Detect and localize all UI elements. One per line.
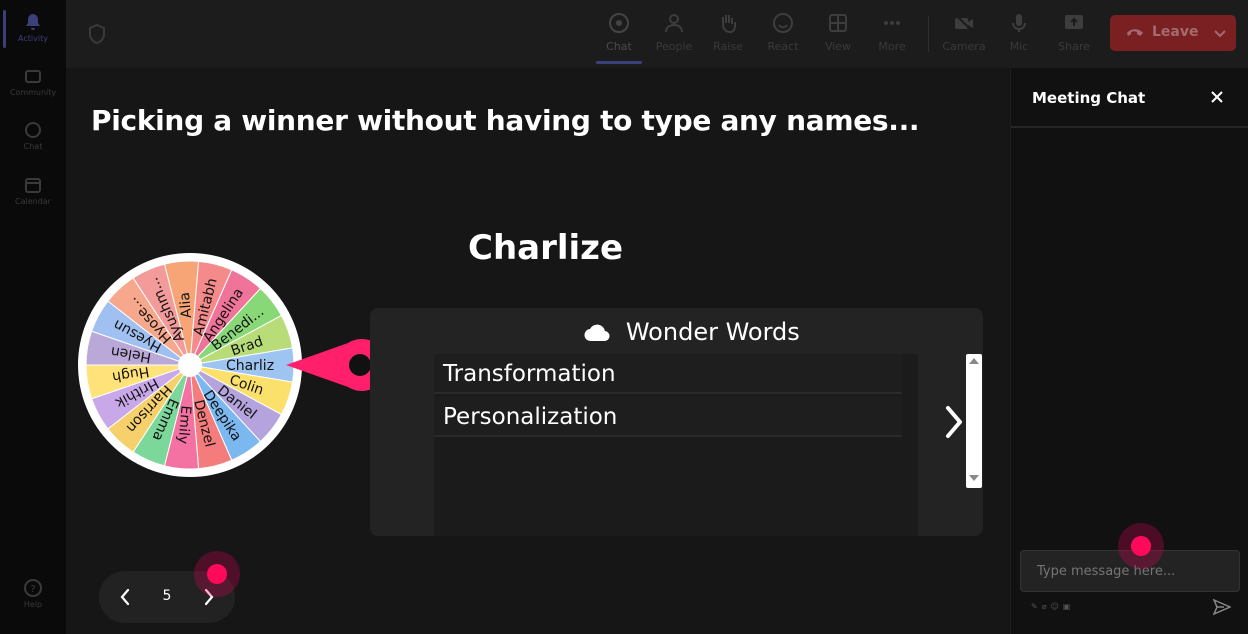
raise-hand-button[interactable]: Raise xyxy=(702,12,754,53)
view-button[interactable]: View xyxy=(812,12,864,53)
word-list[interactable]: Transformation Personalization xyxy=(434,354,982,536)
chat-button[interactable]: Chat xyxy=(593,12,645,53)
people-label: People xyxy=(655,40,693,53)
wonder-words-header: Wonder Words xyxy=(370,318,1014,346)
people-icon xyxy=(665,14,683,33)
name-wheel[interactable]: Alia Amitabh Angelina Benedi... Brad Charliz C… xyxy=(76,251,388,485)
community-icon xyxy=(25,70,41,83)
close-icon[interactable] xyxy=(1210,90,1224,104)
attach-icon[interactable]: ⌀ xyxy=(1042,602,1051,611)
winner-name: Charlize xyxy=(468,228,624,268)
wheel-slice-label: Alia xyxy=(177,292,195,319)
scroll-down-icon[interactable] xyxy=(969,474,979,482)
bell-icon xyxy=(26,14,40,30)
hand-icon xyxy=(722,15,736,34)
cloud-icon xyxy=(584,324,610,342)
chevron-down-icon[interactable] xyxy=(1212,23,1228,43)
rail-item-calendar[interactable]: Calendar xyxy=(0,175,66,206)
react-label: React xyxy=(767,40,799,53)
mic-icon xyxy=(1012,14,1026,32)
send-icon[interactable] xyxy=(1213,598,1231,616)
smiley-icon xyxy=(773,13,793,33)
toolbar-divider xyxy=(928,16,929,52)
click-indicator xyxy=(1118,523,1164,569)
mic-button[interactable]: Mic xyxy=(993,12,1045,53)
chat-icon xyxy=(25,122,41,138)
rail-item-label: Chat xyxy=(23,142,43,151)
meeting-toolbar: Chat People Raise React View More Camera… xyxy=(66,0,1248,68)
chevron-right-icon[interactable] xyxy=(944,405,964,439)
click-indicator xyxy=(194,551,240,597)
emoji-icon[interactable]: ☺ xyxy=(1051,602,1063,611)
chat-divider xyxy=(1011,126,1248,128)
grid-view-icon xyxy=(829,14,847,32)
camera-off-icon xyxy=(955,14,973,32)
more-button[interactable]: More xyxy=(866,12,918,53)
chat-label: Chat xyxy=(606,40,632,53)
scrollbar[interactable] xyxy=(966,354,982,488)
wheel-hub xyxy=(178,353,202,377)
active-tab-indicator xyxy=(596,61,642,64)
presentation-stage: Picking a winner without having to type … xyxy=(66,68,1010,634)
rail-item-community[interactable]: Community xyxy=(0,66,66,97)
list-item[interactable]: Transformation xyxy=(434,354,902,394)
rail-item-label: Help xyxy=(23,600,43,609)
rail-item-label: Community xyxy=(9,88,57,97)
rail-item-help[interactable]: ? Help xyxy=(0,578,66,609)
leave-button[interactable]: Leave xyxy=(1110,15,1236,51)
hang-up-icon xyxy=(1127,29,1143,36)
scroll-up-icon[interactable] xyxy=(969,357,979,365)
wheel-pointer-dot xyxy=(349,354,371,376)
chat-title: Meeting Chat xyxy=(1032,89,1146,107)
raise-label: Raise xyxy=(713,40,743,53)
share-label: Share xyxy=(1058,40,1090,53)
leave-label: Leave xyxy=(1152,24,1199,40)
left-rail: Activity Community Chat Calendar ? Help xyxy=(0,0,66,634)
view-label: View xyxy=(824,40,852,53)
wonder-words-panel: Wonder Words Transformation Personalizat… xyxy=(370,308,983,536)
gif-icon[interactable]: ▣ xyxy=(1063,602,1075,611)
people-button[interactable]: People xyxy=(648,12,700,53)
react-button[interactable]: React xyxy=(757,12,809,53)
wonder-words-title: Wonder Words xyxy=(625,318,800,346)
chat-icon xyxy=(609,13,629,33)
rail-item-chat[interactable]: Chat xyxy=(0,120,66,151)
calendar-icon xyxy=(25,178,41,193)
rail-item-label: Calendar xyxy=(15,197,51,206)
svg-text:?: ? xyxy=(30,584,35,595)
list-item[interactable]: Personalization xyxy=(434,397,902,437)
format-icon[interactable]: ✎ xyxy=(1031,602,1042,611)
camera-label: Camera xyxy=(942,40,986,53)
rail-item-activity[interactable]: Activity xyxy=(0,12,66,43)
more-label: More xyxy=(878,40,906,53)
share-button[interactable]: Share xyxy=(1048,12,1100,53)
camera-button[interactable]: Camera xyxy=(938,12,990,53)
chat-panel: Meeting Chat ✎⌀☺▣ xyxy=(1010,68,1248,634)
rail-item-label: Activity xyxy=(18,34,48,43)
more-icon xyxy=(884,21,900,25)
shield-icon[interactable] xyxy=(88,24,106,44)
mic-label: Mic xyxy=(1009,40,1029,53)
slide-title: Picking a winner without having to type … xyxy=(91,104,920,137)
help-icon: ? xyxy=(24,579,42,597)
share-screen-icon xyxy=(1065,15,1083,29)
chat-format-tools[interactable]: ✎⌀☺▣ xyxy=(1031,602,1074,611)
